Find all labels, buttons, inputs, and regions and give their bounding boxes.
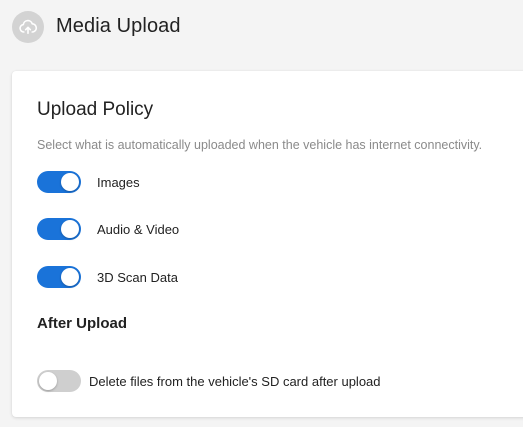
toggle-knob [61, 220, 79, 238]
toggle-row-delete-files[interactable]: Delete files from the vehicle's SD card … [37, 369, 497, 393]
audio-video-toggle-label: Audio & Video [97, 221, 180, 237]
audio-video-toggle[interactable] [37, 218, 81, 240]
delete-files-toggle[interactable] [37, 370, 81, 392]
images-toggle[interactable] [37, 171, 81, 193]
cloud-upload-icon [12, 11, 44, 43]
page-title: Media Upload [56, 15, 181, 37]
toggle-knob [61, 173, 79, 191]
upload-policy-title: Upload Policy [37, 99, 154, 120]
3d-scan-data-toggle[interactable] [37, 266, 81, 288]
upload-policy-card: Upload Policy Select what is automatical… [12, 71, 523, 417]
toggle-knob [39, 372, 57, 390]
delete-files-toggle-label: Delete files from the vehicle's SD card … [89, 373, 381, 389]
toggle-row-images[interactable]: Images [37, 170, 497, 194]
after-upload-title: After Upload [37, 315, 127, 332]
images-toggle-label: Images [97, 174, 140, 190]
page-header: Media Upload [0, 0, 523, 56]
3d-scan-data-toggle-label: 3D Scan Data [97, 269, 178, 285]
toggle-knob [61, 268, 79, 286]
toggle-row-3d-scan-data[interactable]: 3D Scan Data [37, 265, 497, 289]
upload-policy-description: Select what is automatically uploaded wh… [37, 138, 483, 152]
toggle-row-audio-video[interactable]: Audio & Video [37, 217, 497, 241]
